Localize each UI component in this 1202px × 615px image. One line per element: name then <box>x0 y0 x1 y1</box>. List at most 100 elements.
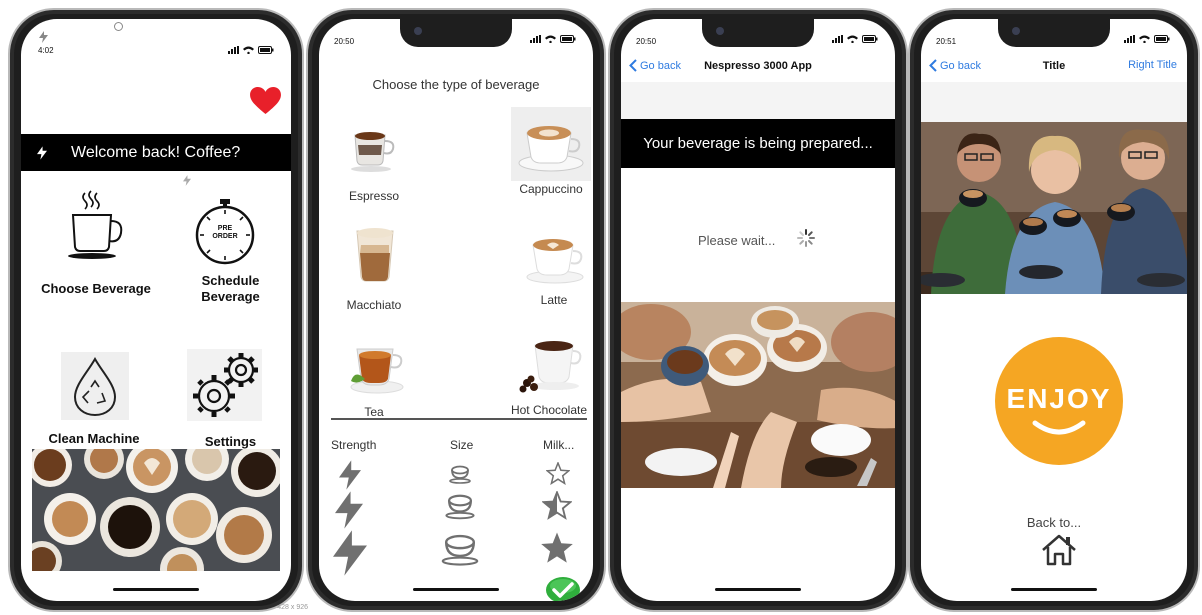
phone-frame-enjoy: 20:51 Go back Title Right Title ENJOY Ba… <box>908 8 1200 612</box>
size-large-cup-icon[interactable] <box>441 531 479 567</box>
preparing-screen: 20:50 Go back Nespresso 3000 App Your be… <box>621 19 895 601</box>
recycle-drop-icon <box>73 357 117 417</box>
coffee-cup-icon <box>68 190 123 259</box>
latte-cup-icon <box>526 239 584 284</box>
coffee-cups-photo <box>32 449 280 571</box>
home-indicator[interactable] <box>1011 588 1097 591</box>
home-indicator[interactable] <box>113 588 199 591</box>
clean-machine-label: Clean Machine <box>48 431 140 446</box>
choose-beverage-label: Choose Beverage <box>41 281 151 296</box>
welcome-banner: Welcome back! Coffee? <box>21 134 291 171</box>
beverage-tea[interactable] <box>339 331 409 411</box>
gears-icon <box>193 353 258 417</box>
size-small-cup-icon[interactable] <box>449 464 471 484</box>
please-wait-text: Please wait... <box>698 233 776 248</box>
beverage-screen: 20:50 Choose the type of beverage Espres… <box>319 19 593 601</box>
phone-frame-beverage: 20:50 Choose the type of beverage Espres… <box>306 8 606 612</box>
notch <box>400 19 512 47</box>
loading-spinner-icon <box>797 229 815 247</box>
home-icon[interactable] <box>1041 534 1077 566</box>
wifi-icon <box>847 35 858 43</box>
heart-icon[interactable] <box>250 87 281 115</box>
strength-heading: Strength <box>331 438 377 452</box>
status-time: 20:51 <box>936 37 957 46</box>
beverage-heading: Choose the type of beverage <box>372 77 540 92</box>
bolt-icon <box>183 175 191 186</box>
clean-machine-tile[interactable]: Clean Machine <box>39 349 154 449</box>
cappuccino-cup-icon <box>518 126 584 172</box>
macchiato-label: Macchiato <box>346 298 402 312</box>
milk-full-star-icon[interactable] <box>539 531 575 565</box>
tea-cup-icon <box>350 348 404 394</box>
status-time: 20:50 <box>636 37 657 46</box>
bolt-icon <box>37 145 47 160</box>
wifi-icon <box>545 35 556 43</box>
friends-coffee-photo <box>921 122 1187 294</box>
strength-high-bolt-icon[interactable] <box>333 530 367 576</box>
schedule-beverage-tile[interactable]: PRE ORDER Schedule Beverage <box>173 189 288 309</box>
status-icons <box>228 46 274 54</box>
enjoy-text: ENJOY <box>1006 383 1112 414</box>
nav-title: Nespresso 3000 App <box>704 60 812 72</box>
signal-icon <box>832 35 843 43</box>
status-time: 20:50 <box>334 37 355 46</box>
battery-icon <box>862 35 878 43</box>
beverage-macchiato[interactable] <box>339 215 409 305</box>
phone-frame-home: 4:02 Welcome back! Coffee? Choose Bevera… <box>8 8 308 612</box>
battery-icon <box>258 46 274 54</box>
home-indicator[interactable] <box>715 588 801 591</box>
milk-heading: Milk... <box>543 438 575 452</box>
bolt-icon <box>39 31 48 43</box>
nav-spacer <box>621 82 895 119</box>
enjoy-screen: 20:51 Go back Title Right Title ENJOY Ba… <box>921 19 1187 601</box>
macchiato-glass-icon <box>356 228 394 282</box>
cappuccino-label: Cappuccino <box>519 182 583 196</box>
status-icons <box>530 35 576 43</box>
hot-chocolate-label: Hot Chocolate <box>510 403 588 417</box>
espresso-cup-icon <box>351 132 395 172</box>
beverage-hot-chocolate[interactable] <box>509 331 591 411</box>
status-time: 4:02 <box>38 46 54 55</box>
confirm-checkmark-icon[interactable] <box>545 576 581 601</box>
settings-tile[interactable]: Settings <box>173 344 288 449</box>
notch <box>702 19 814 47</box>
home-screen: 4:02 Welcome back! Coffee? Choose Bevera… <box>21 19 291 601</box>
camera-dot <box>114 22 123 31</box>
right-title-button[interactable]: Right Title <box>1128 59 1177 71</box>
status-icons <box>832 35 878 43</box>
divider <box>331 418 587 420</box>
back-to-label: Back to... <box>1026 515 1082 530</box>
battery-icon <box>560 35 576 43</box>
size-medium-cup-icon[interactable] <box>445 491 475 521</box>
nav-spacer <box>921 82 1187 122</box>
strength-low-bolt-icon[interactable] <box>339 460 361 490</box>
beverage-latte[interactable] <box>519 219 589 299</box>
preorder-text: PRE ORDER <box>212 225 238 240</box>
status-icons <box>1124 35 1170 43</box>
beverage-espresso[interactable] <box>339 111 409 201</box>
nav-bar: Go back Nespresso 3000 App <box>621 57 895 83</box>
hot-chocolate-cup-icon <box>519 341 582 393</box>
settings-label: Settings <box>204 434 257 449</box>
signal-icon <box>228 46 239 54</box>
strength-medium-bolt-icon[interactable] <box>335 491 363 529</box>
schedule-beverage-label: Schedule Beverage <box>201 273 260 304</box>
choose-beverage-tile[interactable]: Choose Beverage <box>39 189 154 299</box>
signal-icon <box>1124 35 1135 43</box>
milk-half-star-icon[interactable] <box>542 491 572 520</box>
size-heading: Size <box>450 438 474 452</box>
home-indicator[interactable] <box>413 588 499 591</box>
tea-label: Tea <box>364 405 384 419</box>
phone-frame-preparing: 20:50 Go back Nespresso 3000 App Your be… <box>608 8 908 612</box>
preparing-banner: Your beverage is being prepared... <box>621 119 895 168</box>
signal-icon <box>530 35 541 43</box>
battery-icon <box>1154 35 1170 43</box>
size-tag: 428 x 926 <box>277 604 308 611</box>
milk-none-star-icon[interactable] <box>546 462 570 485</box>
welcome-text: Welcome back! Coffee? <box>71 143 241 161</box>
wifi-icon <box>243 46 254 54</box>
notch <box>998 19 1110 47</box>
coffee-cheers-photo <box>621 302 895 488</box>
espresso-label: Espresso <box>348 189 400 203</box>
latte-label: Latte <box>540 293 568 307</box>
